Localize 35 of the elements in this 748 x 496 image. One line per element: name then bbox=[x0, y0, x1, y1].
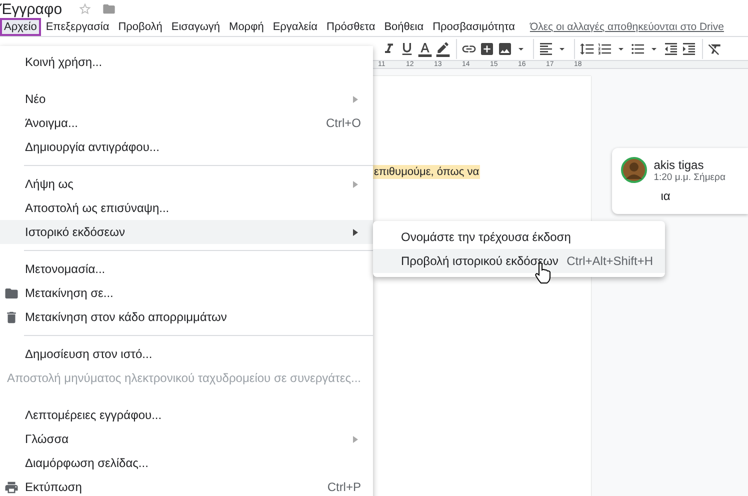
comment-time: 1:20 μ.μ. Σήμερα bbox=[654, 172, 726, 182]
menu-item[interactable]: Μετακίνηση σε... bbox=[0, 281, 373, 305]
highlighted-text: επιθυμούμε, όπως να bbox=[373, 165, 480, 179]
comment-text: ια bbox=[660, 189, 672, 203]
menu-item[interactable]: Ιστορικό εκδόσεων bbox=[0, 220, 373, 244]
menu-item[interactable]: Δημιουργία αντιγράφου... bbox=[0, 135, 373, 159]
menu-tab[interactable]: Εισαγωγή bbox=[167, 18, 224, 36]
menu-item[interactable]: Μετονομασία... bbox=[0, 257, 373, 281]
menu-item[interactable]: Προβολή ιστορικού εκδόσεων Ctrl+Alt+Shift+H bbox=[373, 249, 665, 273]
menu-item[interactable]: Δημοσίευση στον ιστό... bbox=[0, 342, 373, 366]
menu-tab[interactable]: Βοήθεια bbox=[380, 18, 428, 36]
menu-tab[interactable]: Προσβασιμότητα bbox=[428, 18, 519, 36]
menu-item[interactable]: Άνοιγμα... Ctrl+O bbox=[0, 111, 373, 135]
menu-item[interactable]: Λήψη ως bbox=[0, 172, 373, 196]
menu-item[interactable]: Μετακίνηση στον κάδο απορριμμάτων bbox=[0, 305, 373, 329]
menu-item[interactable]: Αποστολή ως επισύναψη... bbox=[0, 196, 373, 220]
menu-tab[interactable]: Πρόσθετα bbox=[322, 18, 380, 36]
document-title[interactable]: Έγγραφο bbox=[0, 0, 62, 18]
menu-tab[interactable]: Προβολή bbox=[114, 18, 166, 36]
menu-item[interactable]: Κοινή χρήση... bbox=[0, 50, 373, 74]
shortcut-text: Ctrl+P bbox=[327, 480, 361, 494]
menu-item[interactable]: Γλώσσα bbox=[0, 427, 373, 451]
comment-author: akis tigas bbox=[654, 158, 705, 172]
menu-tab[interactable]: Μορφή bbox=[225, 18, 268, 36]
menu-item[interactable]: Ονομάστε την τρέχουσα έκδοση bbox=[373, 225, 665, 249]
menu-tab[interactable]: Εργαλεία bbox=[268, 18, 322, 36]
shortcut-text: Ctrl+O bbox=[326, 116, 361, 130]
menu-item[interactable]: Νέο bbox=[0, 87, 373, 111]
save-status-link[interactable]: Όλες οι αλλαγές αποθηκεύονται στο Drive bbox=[530, 21, 724, 34]
menu-item[interactable]: Λεπτομέρειες εγγράφου... bbox=[0, 403, 373, 427]
menu-item[interactable]: Εκτύπωση Ctrl+P bbox=[0, 475, 373, 496]
menu-tab[interactable]: Επεξεργασία bbox=[42, 18, 114, 36]
menu-item[interactable]: Διαμόρφωση σελίδας... bbox=[0, 451, 373, 475]
menu-tab[interactable]: Αρχείο bbox=[0, 18, 41, 36]
shortcut-text: Ctrl+Alt+Shift+H bbox=[566, 254, 653, 268]
